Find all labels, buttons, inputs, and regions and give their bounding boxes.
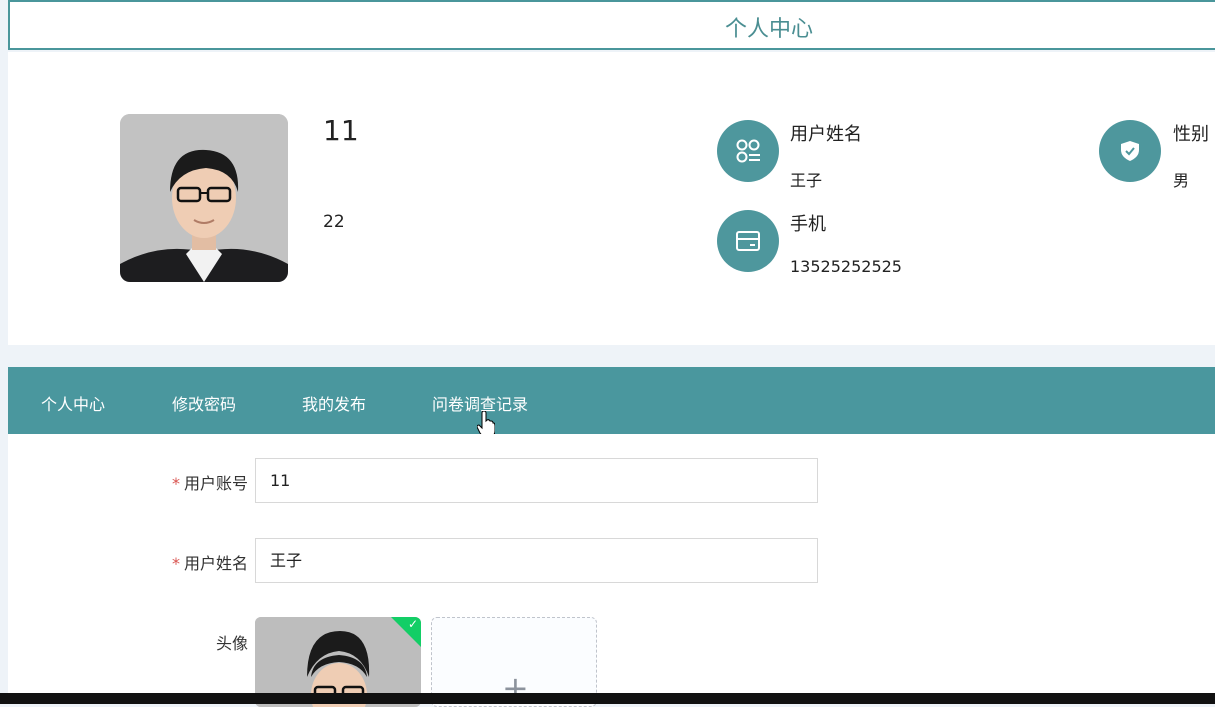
- avatar-label: 头像: [215, 634, 248, 653]
- profile-name: 11: [323, 114, 359, 147]
- required-mark: *: [171, 554, 180, 573]
- gender-value: 男: [1173, 171, 1190, 190]
- upload-success-icon: ✓: [391, 617, 421, 647]
- tab-personal-center[interactable]: 个人中心: [41, 391, 105, 415]
- username-field-label: * 用户姓名: [171, 554, 248, 573]
- phone-label: 手机: [790, 214, 826, 235]
- username-label: 用户姓名: [790, 124, 862, 145]
- gender-label: 性别: [1173, 124, 1209, 145]
- account-input[interactable]: 11: [255, 458, 818, 503]
- profile-form: * 用户账号 11 * 用户姓名 王子 头像 ✓ +: [8, 434, 1215, 707]
- account-label: * 用户账号: [171, 474, 248, 493]
- apps-icon: [717, 120, 779, 182]
- shield-check-icon: [1099, 120, 1161, 182]
- required-mark: *: [171, 474, 180, 493]
- profile-age: 22: [323, 212, 345, 232]
- avatar: [120, 114, 288, 282]
- page-title: 个人中心: [725, 17, 814, 42]
- tab-change-password[interactable]: 修改密码: [172, 391, 236, 415]
- card-icon: [717, 210, 779, 272]
- profile-card: 11 22 用户姓名 王子 性别 男 手机 13525252525: [8, 52, 1215, 345]
- phone-value: 13525252525: [790, 257, 902, 276]
- bottom-strip: [0, 693, 1215, 704]
- username-value: 王子: [790, 171, 823, 190]
- page-header: 个人中心: [8, 0, 1215, 50]
- username-input[interactable]: 王子: [255, 538, 818, 583]
- tab-bar: 个人中心 修改密码 我的发布 问卷调查记录: [8, 367, 1215, 434]
- tab-my-posts[interactable]: 我的发布: [302, 391, 366, 415]
